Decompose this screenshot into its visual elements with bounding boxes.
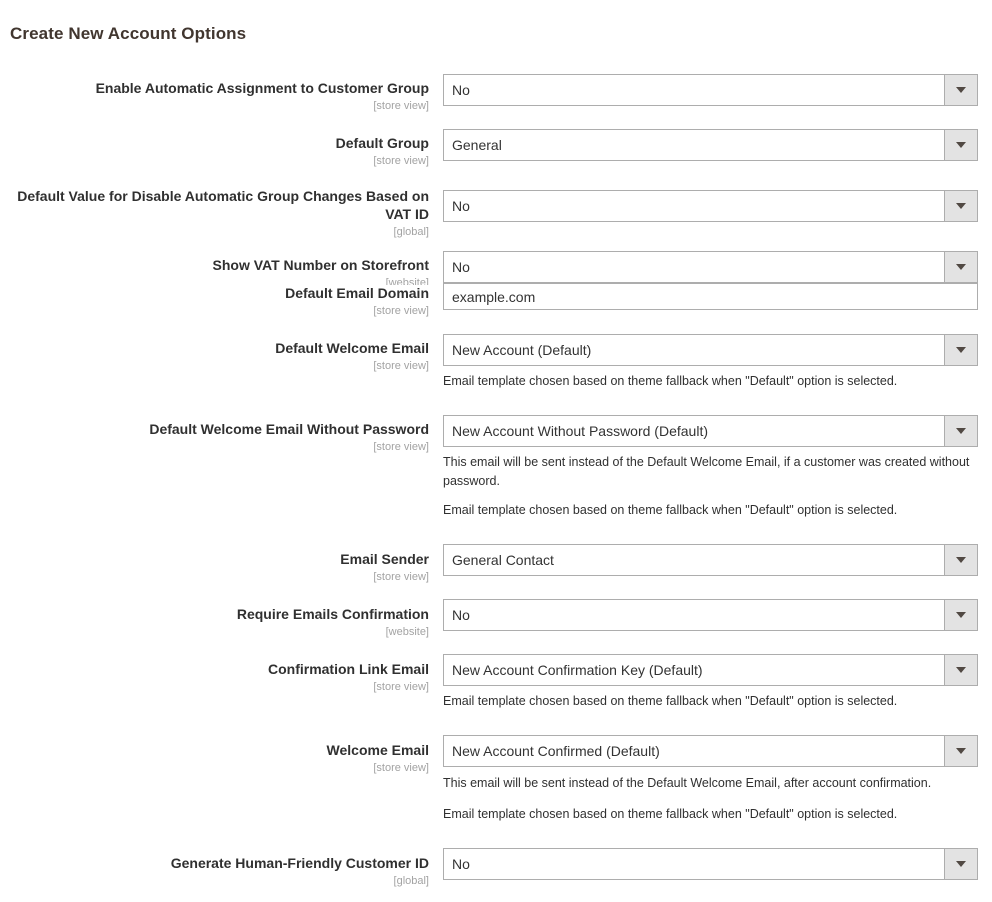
select-value: No [452,82,470,98]
field-label-auto-assignment-customer-group: Enable Automatic Assignment to Customer … [10,80,429,113]
label-text: Default Welcome Email Without Password [149,421,429,437]
select-value: New Account Without Password (Default) [452,423,708,439]
select-value: New Account Confirmation Key (Default) [452,662,703,678]
select-disable-auto-group-change-vat-id[interactable]: No [443,190,978,222]
select-email-sender[interactable]: General Contact [443,544,978,576]
select-value: No [452,856,470,872]
input-default-email-domain[interactable]: example.com [443,283,978,310]
select-auto-assignment-customer-group[interactable]: No [443,74,978,106]
scope-label: [store view] [373,761,429,774]
scope-label: [store view] [373,359,429,372]
label-text: Confirmation Link Email [267,661,429,677]
field-label-email-sender: Email Sender [store view] [10,551,429,584]
chevron-down-icon[interactable] [944,600,977,630]
note-without-password: This email will be sent instead of the D… [443,455,970,488]
field-label-default-email-domain: Default Email Domain [store view] [10,285,429,318]
chevron-down-icon[interactable] [944,191,977,221]
label-text: Default Welcome Email [275,340,429,356]
label-text: Enable Automatic Assignment to Customer … [95,80,429,96]
field-label-default-welcome-email: Default Welcome Email [store view] [10,340,429,373]
select-default-group[interactable]: General [443,129,978,161]
chevron-down-icon[interactable] [944,252,977,282]
select-value: General [452,137,502,153]
chevron-down-icon[interactable] [944,655,977,685]
select-default-welcome-email-without-password[interactable]: New Account Without Password (Default) [443,415,978,447]
select-confirmation-link-email[interactable]: New Account Confirmation Key (Default) [443,654,978,686]
chevron-down-icon[interactable] [944,335,977,365]
scope-label: [store view] [373,570,429,583]
chevron-down-icon[interactable] [944,75,977,105]
label-text: Default Value for Disable Automatic Grou… [17,188,429,222]
scope-label: [global] [393,225,429,238]
chevron-down-icon[interactable] [944,416,977,446]
select-value: No [452,198,470,214]
label-text: Default Group [335,135,429,151]
label-text: Email Sender [340,551,429,567]
select-value: New Account (Default) [452,342,592,358]
label-text: Default Email Domain [285,285,429,301]
field-label-generate-human-friendly-customer-id: Generate Human-Friendly Customer ID [glo… [10,855,429,888]
label-text: Generate Human-Friendly Customer ID [170,855,429,871]
field-label-require-emails-confirmation: Require Emails Confirmation [website] [10,606,429,639]
field-label-confirmation-link-email: Confirmation Link Email [store view] [10,661,429,694]
select-value: No [452,259,470,275]
scope-label: [store view] [373,154,429,167]
chevron-down-icon[interactable] [944,545,977,575]
note-welcome-email-after-confirmation: This email will be sent instead of the D… [443,776,932,790]
scope-label: [store view] [373,304,429,317]
select-generate-human-friendly-customer-id[interactable]: No [443,848,978,880]
note-default-welcome-email: Email template chosen based on theme fal… [443,374,898,388]
label-text: Show VAT Number on Storefront [212,257,429,273]
select-show-vat-number-storefront[interactable]: No [443,251,978,283]
field-label-default-group: Default Group [store view] [10,135,429,168]
chevron-down-icon[interactable] [944,849,977,879]
note-confirmation-link-email: Email template chosen based on theme fal… [443,694,898,708]
note-welcome-email-fallback: Email template chosen based on theme fal… [443,807,898,821]
scope-label: [store view] [373,99,429,112]
select-value: General Contact [452,552,554,568]
page-title: Create New Account Options [10,24,247,44]
note-without-password-fallback: Email template chosen based on theme fal… [443,503,898,517]
chevron-down-icon[interactable] [944,130,977,160]
label-text: Welcome Email [326,742,429,758]
label-text: Require Emails Confirmation [236,606,429,622]
field-label-welcome-email: Welcome Email [store view] [10,742,429,775]
input-value: example.com [452,288,536,305]
scope-label: [store view] [373,440,429,453]
select-require-emails-confirmation[interactable]: No [443,599,978,631]
field-label-default-welcome-email-without-password: Default Welcome Email Without Password [… [10,421,429,454]
field-label-disable-auto-group-change-vat-id: Default Value for Disable Automatic Grou… [10,188,429,239]
select-value: No [452,607,470,623]
select-default-welcome-email[interactable]: New Account (Default) [443,334,978,366]
chevron-down-icon[interactable] [944,736,977,766]
scope-label: [store view] [373,680,429,693]
scope-label: [global] [393,874,429,887]
select-value: New Account Confirmed (Default) [452,743,660,759]
scope-label: [website] [385,625,429,638]
select-welcome-email[interactable]: New Account Confirmed (Default) [443,735,978,767]
